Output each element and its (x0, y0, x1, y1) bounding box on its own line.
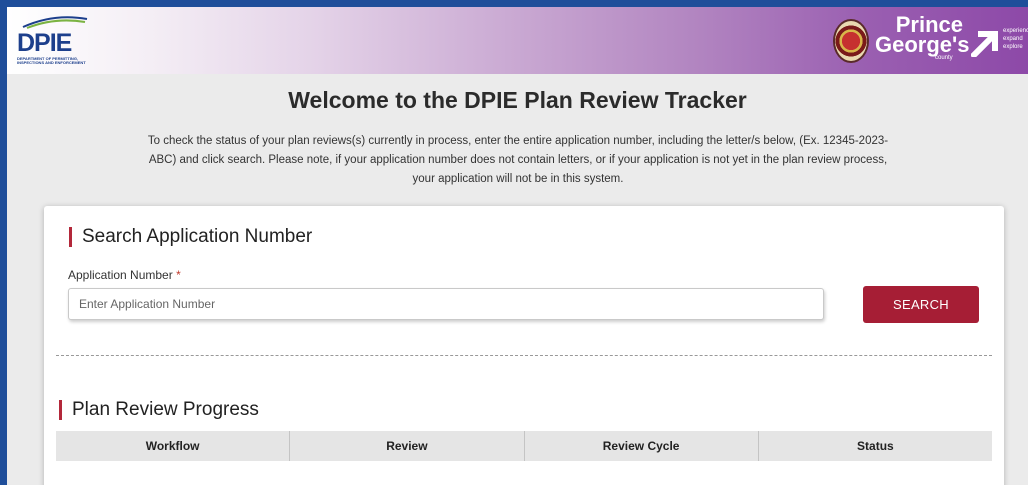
arrow-up-right-icon (971, 31, 998, 57)
column-header-workflow[interactable]: Workflow (56, 431, 291, 461)
column-header-review[interactable]: Review (290, 431, 525, 461)
header-banner: DPIE DEPARTMENT OF PERMITTING, INSPECTIO… (7, 7, 1028, 74)
section-divider (56, 355, 992, 356)
application-number-label: Application Number * (68, 268, 181, 282)
dpie-logo-text: DPIE (17, 29, 72, 57)
pg-logo-text[interactable]: Prince George's (875, 14, 970, 57)
column-header-status[interactable]: Status (759, 431, 992, 461)
search-button[interactable]: SEARCH (863, 286, 979, 323)
page-intro: To check the status of your plan reviews… (147, 135, 889, 185)
county-seal-icon (833, 19, 869, 63)
search-section-title: Search Application Number (69, 227, 312, 247)
application-number-label-text: Application Number (68, 268, 173, 282)
page-title: Welcome to the DPIE Plan Review Tracker (288, 87, 747, 113)
application-number-input[interactable] (68, 288, 824, 320)
dpie-logo-subtext: DEPARTMENT OF PERMITTING, INSPECTIONS AN… (17, 56, 86, 65)
pg-county-label: county (935, 55, 953, 61)
pg-tagline: experience expand explore (1003, 28, 1028, 50)
required-marker: * (176, 268, 181, 282)
progress-section-title: Plan Review Progress (59, 400, 259, 420)
pg-line2: George's (875, 32, 970, 57)
search-card: Search Application Number Application Nu… (44, 206, 1004, 485)
dpie-swoosh-icon (22, 16, 88, 29)
app-frame: DPIE DEPARTMENT OF PERMITTING, INSPECTIO… (7, 7, 1028, 485)
progress-table-header: Workflow Review Review Cycle Status (56, 431, 992, 461)
column-header-review-cycle[interactable]: Review Cycle (525, 431, 759, 461)
dpie-logo[interactable]: DPIE DEPARTMENT OF PERMITTING, INSPECTIO… (17, 16, 97, 69)
